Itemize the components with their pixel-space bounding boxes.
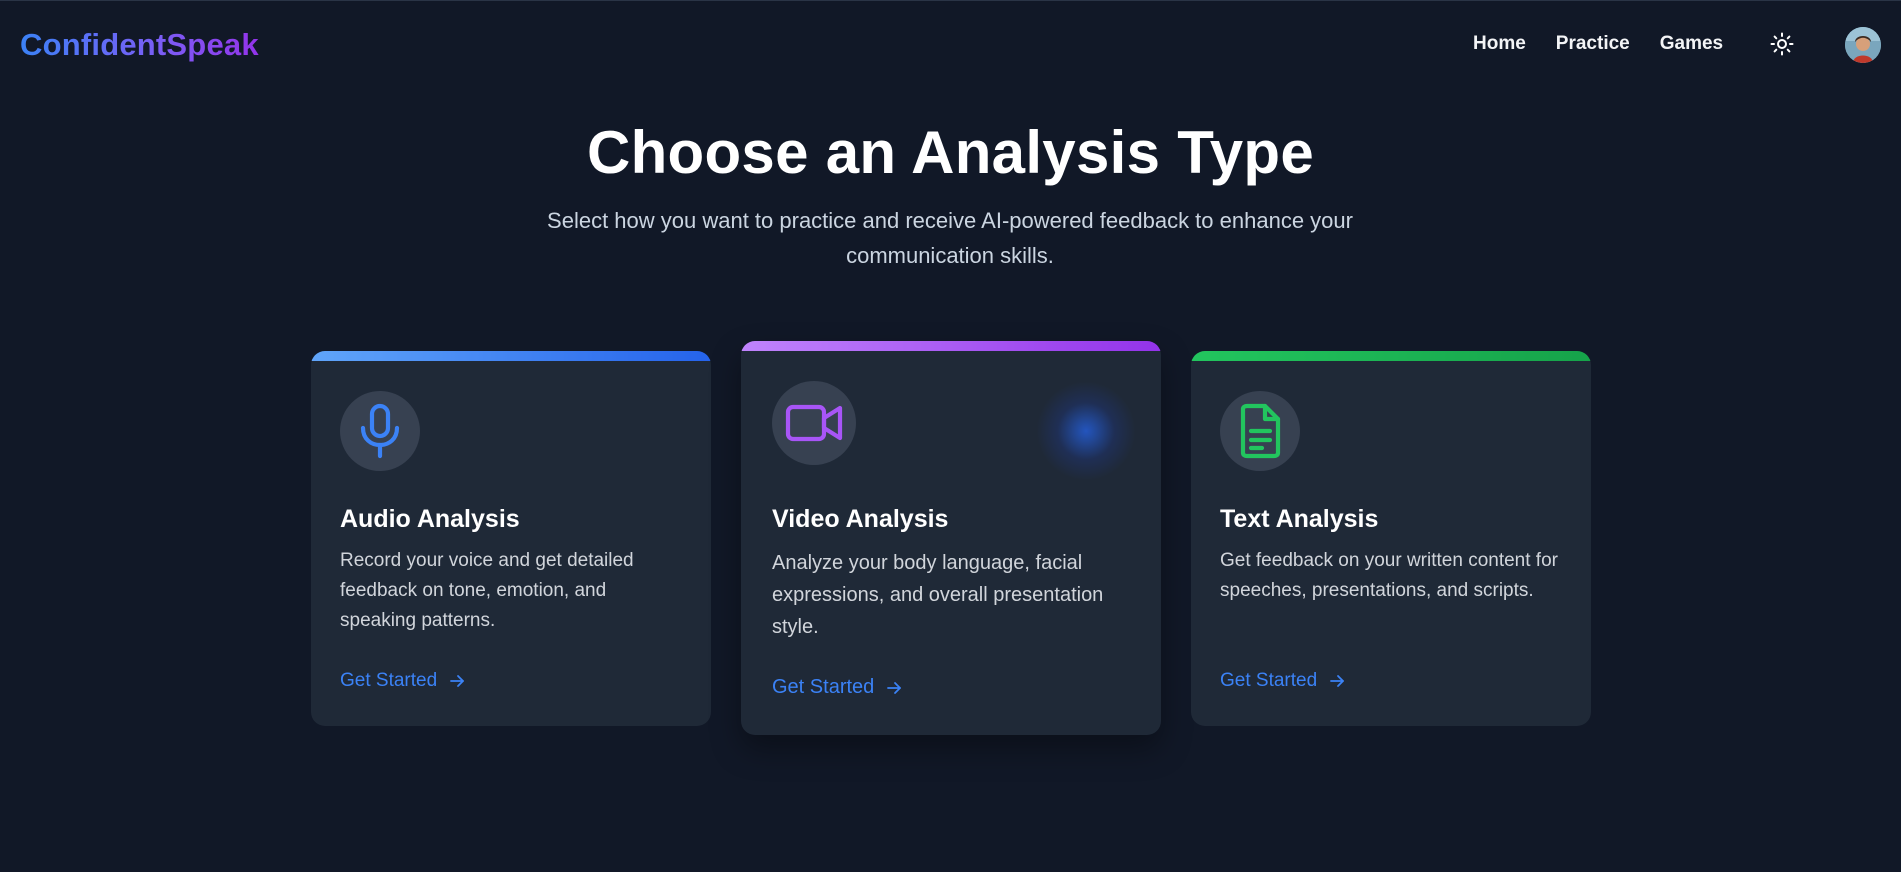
arrow-right-icon xyxy=(449,673,465,689)
card-accent-bar xyxy=(1191,351,1591,361)
video-analysis-card[interactable]: Video Analysis Analyze your body languag… xyxy=(741,341,1161,735)
nav-link-practice[interactable]: Practice xyxy=(1556,33,1630,55)
nav-link-games[interactable]: Games xyxy=(1660,33,1723,55)
card-accent-bar xyxy=(741,341,1161,351)
card-title: Text Analysis xyxy=(1220,505,1379,533)
page-subtitle: Select how you want to practice and rece… xyxy=(547,208,1353,268)
audio-get-started-link[interactable]: Get Started xyxy=(340,670,465,692)
card-accent-bar xyxy=(311,351,711,361)
cta-label: Get Started xyxy=(772,676,875,698)
cursor-glow xyxy=(1036,381,1136,481)
sun-icon xyxy=(1770,32,1794,56)
text-get-started-link[interactable]: Get Started xyxy=(1220,670,1345,692)
text-analysis-card[interactable]: Text Analysis Get feedback on your writt… xyxy=(1191,351,1591,726)
card-title: Video Analysis xyxy=(772,505,949,533)
video-camera-icon xyxy=(785,404,843,442)
document-icon xyxy=(1240,403,1281,459)
card-description: Analyze your body language, facial expre… xyxy=(772,552,1104,638)
navbar: ConfidentSpeak Home Practice Games xyxy=(0,0,1901,90)
theme-toggle-button[interactable] xyxy=(1768,30,1796,58)
video-icon-badge xyxy=(772,381,856,465)
video-get-started-link[interactable]: Get Started xyxy=(772,676,902,699)
avatar-image xyxy=(1845,27,1881,63)
text-icon-badge xyxy=(1220,391,1300,471)
audio-icon-badge xyxy=(340,391,420,471)
card-description: Get feedback on your written content for… xyxy=(1220,550,1558,601)
nav-links: Home Practice Games xyxy=(1473,33,1753,55)
arrow-right-icon xyxy=(1329,673,1345,689)
arrow-right-icon xyxy=(886,680,902,696)
page-title: Choose an Analysis Type xyxy=(586,119,1315,186)
nav-link-home[interactable]: Home xyxy=(1473,33,1526,55)
card-description: Record your voice and get detailed feedb… xyxy=(340,550,634,631)
card-title: Audio Analysis xyxy=(340,505,520,533)
microphone-icon xyxy=(360,403,400,459)
brand-logo[interactable]: ConfidentSpeak xyxy=(20,27,259,63)
audio-analysis-card[interactable]: Audio Analysis Record your voice and get… xyxy=(311,351,711,726)
user-avatar[interactable] xyxy=(1845,27,1881,63)
cta-label: Get Started xyxy=(340,670,438,691)
cta-label: Get Started xyxy=(1220,670,1318,691)
